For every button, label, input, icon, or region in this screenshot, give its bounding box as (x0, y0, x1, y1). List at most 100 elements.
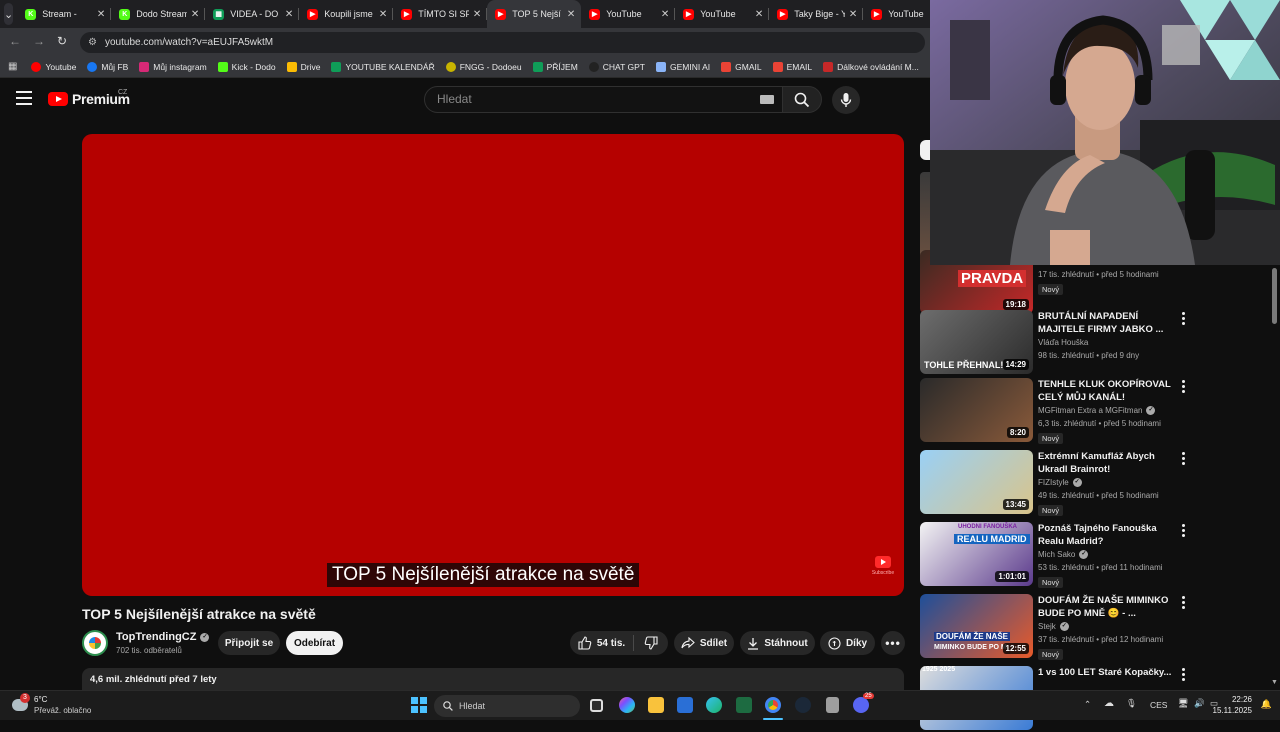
bookmark-item[interactable]: PŘÍJEM (533, 62, 578, 72)
recommended-video[interactable]: TOHLE PŘEHNAL!14:29BRUTÁLNÍ NAPADENÍ MAJ… (920, 310, 1260, 376)
subscribe-watermark[interactable]: Subscribe (870, 556, 896, 576)
channel-name[interactable]: FIZIstyle✓ (1038, 478, 1082, 487)
search-input[interactable]: Hledat (424, 86, 784, 113)
more-options-icon[interactable] (1182, 312, 1186, 327)
reload-icon[interactable]: ↻ (57, 34, 67, 48)
video-title[interactable]: 1 vs 100 LET Staré Kopačky... (1038, 666, 1176, 679)
thanks-button[interactable]: Díky (820, 631, 875, 655)
system-clock[interactable]: 22:26 15.11.2025 (1213, 694, 1252, 716)
keyboard-icon[interactable] (760, 95, 774, 104)
bookmark-item[interactable]: GMAIL (721, 62, 761, 72)
bookmark-item[interactable]: FNGG - Dodoeu (446, 62, 522, 72)
join-button[interactable]: Připojit se (218, 631, 280, 655)
description-box[interactable]: 4,6 mil. zhlédnutí před 7 lety (82, 668, 904, 690)
close-tab-icon[interactable]: ✕ (285, 9, 293, 20)
scroll-down-icon[interactable]: ▼ (1271, 679, 1278, 686)
bookmark-item[interactable]: CHAT GPT (589, 62, 645, 72)
share-button[interactable]: Sdílet (674, 631, 734, 655)
recommended-video[interactable]: 13:45Extrémní Kamufláž Abych Ukradl Brai… (920, 450, 1260, 516)
edge-icon[interactable] (706, 697, 722, 713)
channel-name[interactable]: Mich Sako✓ (1038, 550, 1088, 559)
bookmark-item[interactable]: GEMINI AI (656, 62, 710, 72)
microphone-icon[interactable]: 🎙 (1126, 698, 1137, 709)
close-tab-icon[interactable]: ✕ (661, 9, 669, 20)
language-indicator[interactable]: CES (1150, 700, 1167, 710)
start-button[interactable] (411, 697, 427, 713)
bookmark-item[interactable]: Můj instagram (139, 62, 206, 72)
back-icon[interactable]: ← (9, 34, 21, 48)
sidebar-scrollbar[interactable] (1272, 268, 1277, 324)
task-view-icon[interactable] (590, 699, 603, 712)
bookmark-item[interactable]: Youtube (31, 62, 76, 72)
apps-grid-icon[interactable]: ▦ (8, 61, 17, 72)
bookmark-item[interactable]: Drive (287, 62, 321, 72)
close-tab-icon[interactable]: ✕ (473, 9, 481, 20)
site-info-icon[interactable]: ⚙ (88, 32, 97, 53)
recommended-video[interactable]: 8:20TENHLE KLUK OKOPÍROVAL CELÝ MŮJ KANÁ… (920, 378, 1260, 444)
taskbar-search[interactable]: Hledat (434, 695, 580, 717)
browser-tab[interactable]: ▦VIDEA - DO✕ (205, 0, 299, 28)
recommended-video[interactable]: DOUFÁM ŽE NAŠEMIMINKO BUDE PO M12:55DOUF… (920, 594, 1260, 660)
tab-search-button[interactable]: ⌄ (4, 3, 13, 25)
video-thumbnail[interactable]: 13:45 (920, 450, 1033, 514)
chrome-icon[interactable] (765, 697, 781, 713)
download-button[interactable]: Stáhnout (740, 631, 815, 655)
notifications-icon[interactable]: 🔔 (1261, 699, 1272, 710)
channel-name[interactable]: MGFitman Extra a MGFitman✓ (1038, 406, 1155, 415)
more-options-icon[interactable] (1182, 596, 1186, 611)
steam-icon[interactable] (795, 697, 811, 713)
bookmark-item[interactable]: Můj FB (87, 62, 128, 72)
browser-tab[interactable]: ▶TÍMTO SI SP✕ (393, 0, 487, 28)
browser-tab[interactable]: ▶YouTube✕ (675, 0, 769, 28)
video-thumbnail[interactable]: 8:20 (920, 378, 1033, 442)
channel-avatar[interactable] (82, 630, 108, 656)
search-button[interactable] (782, 86, 822, 113)
close-tab-icon[interactable]: ✕ (379, 9, 387, 20)
network-icon[interactable]: 🖥 (1178, 698, 1189, 709)
channel-name[interactable]: Stejk✓ (1038, 622, 1069, 631)
bookmark-item[interactable]: EMAIL (773, 62, 813, 72)
address-bar[interactable]: ⚙ youtube.com/watch?v=aEUJFA5wktM (80, 32, 925, 53)
channel-name[interactable]: Vláďa Houška (1038, 338, 1088, 347)
chevron-up-icon[interactable]: ⌃ (1084, 699, 1091, 710)
browser-tab[interactable]: ▶Koupili jsme✕ (299, 0, 393, 28)
more-options-icon[interactable] (1182, 668, 1186, 683)
copilot-icon[interactable] (619, 697, 635, 713)
discord-icon[interactable] (853, 697, 869, 713)
channel-name[interactable]: TopTrendingCZ ✓ (116, 631, 209, 643)
video-thumbnail[interactable]: DOUFÁM ŽE NAŠEMIMINKO BUDE PO M12:55 (920, 594, 1033, 658)
bookmark-item[interactable]: Dálkové ovládání M... (823, 62, 919, 72)
forward-icon[interactable]: → (33, 34, 45, 48)
video-title[interactable]: BRUTÁLNÍ NAPADENÍ MAJITELE FIRMY JABKO .… (1038, 310, 1176, 336)
browser-tab[interactable]: KStream -✕ (17, 0, 111, 28)
browser-tab[interactable]: ▶Taky Bige - Y✕ (769, 0, 863, 28)
browser-tab[interactable]: ▶TOP 5 Nejší✕ (487, 0, 581, 28)
more-actions-button[interactable]: ••• (881, 631, 905, 655)
like-button[interactable]: 54 tis. (570, 631, 633, 655)
video-thumbnail[interactable]: TOHLE PŘEHNAL!14:29 (920, 310, 1033, 374)
close-tab-icon[interactable]: ✕ (567, 9, 575, 20)
bookmark-item[interactable]: YOUTUBE KALENDÁŘ (331, 62, 434, 72)
dislike-button[interactable] (634, 631, 668, 655)
video-title[interactable]: DOUFÁM ŽE NAŠE MIMINKO BUDE PO MNĚ 😊 - .… (1038, 594, 1176, 620)
video-title[interactable]: Poznáš Tajného Fanouška Realu Madrid? (1038, 522, 1176, 548)
outlook-icon[interactable] (677, 697, 693, 713)
video-title[interactable]: Extrémní Kamufláž Abych Ukradl Brainrot! (1038, 450, 1176, 476)
calculator-icon[interactable] (826, 697, 839, 713)
video-thumbnail[interactable]: UHODNI FANOUŠKAREALU MADRID1:01:01 (920, 522, 1033, 586)
volume-icon[interactable]: 🔊 (1194, 698, 1205, 709)
more-options-icon[interactable] (1182, 380, 1186, 395)
close-tab-icon[interactable]: ✕ (849, 9, 857, 20)
recommended-video[interactable]: UHODNI FANOUŠKAREALU MADRID1:01:01Poznáš… (920, 522, 1260, 588)
bookmark-item[interactable]: Kick - Dodo (218, 62, 276, 72)
video-player[interactable] (82, 134, 904, 596)
video-title[interactable]: TENHLE KLUK OKOPÍROVAL CELÝ MŮJ KANÁL! (1038, 378, 1176, 404)
voice-search-button[interactable] (832, 86, 860, 114)
browser-tab[interactable]: ▶YouTube✕ (581, 0, 675, 28)
browser-tab[interactable]: KDodo Stream✕ (111, 0, 205, 28)
close-tab-icon[interactable]: ✕ (755, 9, 763, 20)
more-options-icon[interactable] (1182, 524, 1186, 539)
subscribe-button[interactable]: Odebírat (286, 631, 343, 655)
onedrive-icon[interactable]: ☁ (1104, 698, 1114, 709)
close-tab-icon[interactable]: ✕ (191, 9, 199, 20)
